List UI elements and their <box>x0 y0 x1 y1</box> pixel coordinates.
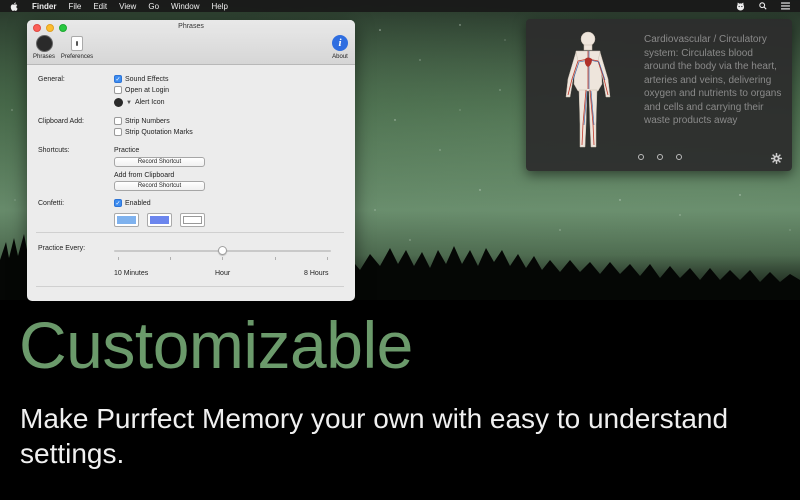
open-at-login-checkbox[interactable] <box>114 86 122 94</box>
toolbar-phrases-label: Phrases <box>32 54 55 60</box>
toolbar-preferences-button[interactable]: Preferences <box>59 34 95 60</box>
open-at-login-label: Open at Login <box>125 86 169 94</box>
record-add-shortcut-button[interactable]: Record Shortcut <box>114 181 205 191</box>
menu-window[interactable]: Window <box>171 2 199 11</box>
confetti-color-well-2[interactable] <box>147 213 172 227</box>
cat-status-icon[interactable] <box>736 1 745 11</box>
preferences-content: General: ✓ Sound Effects Open at Login ▼… <box>27 65 355 301</box>
sound-effects-label: Sound Effects <box>125 75 169 83</box>
window-title: Phrases <box>178 23 204 30</box>
page-dot[interactable] <box>657 154 663 160</box>
confetti-enabled-label: Enabled <box>125 199 151 207</box>
disclosure-triangle-icon[interactable]: ▼ <box>126 100 132 106</box>
clipboard-add-label: Clipboard Add: <box>38 118 84 125</box>
cat-alert-icon <box>114 98 123 107</box>
practice-shortcut-label: Practice <box>114 147 140 154</box>
menu-file[interactable]: File <box>68 2 81 11</box>
strip-numbers-label: Strip Numbers <box>125 117 170 125</box>
menu-help[interactable]: Help <box>211 2 227 11</box>
practice-slider-thumb[interactable] <box>218 246 227 255</box>
slider-mid-label: Hour <box>215 270 231 277</box>
strip-quotation-label: Strip Quotation Marks <box>125 128 193 136</box>
preferences-window: Phrases Phrases Preferences i About Gene… <box>27 20 355 301</box>
toolbar-about-label: About <box>332 54 348 60</box>
slider-tick <box>170 257 171 260</box>
menu-bar: Finder File Edit View Go Window Help <box>0 0 800 12</box>
toolbar-about-button[interactable]: i About <box>329 34 351 60</box>
alert-icon-row[interactable]: ▼ Alert Icon <box>114 98 165 107</box>
practice-every-label: Practice Every: <box>38 245 86 252</box>
search-icon[interactable] <box>759 2 767 10</box>
subheadline: Make Purrfect Memory your own with easy … <box>20 403 729 469</box>
strip-quotation-checkbox[interactable] <box>114 128 122 136</box>
general-label: General: <box>38 76 65 83</box>
window-titlebar: Phrases Phrases Preferences i About <box>27 20 355 65</box>
divider <box>36 286 344 287</box>
cat-icon <box>35 34 53 52</box>
switch-icon <box>71 35 83 51</box>
sound-effects-checkbox[interactable]: ✓ <box>114 75 122 83</box>
slider-tick <box>327 257 328 260</box>
slider-min-label: 10 Minutes <box>114 270 149 277</box>
slider-max-label: 8 Hours <box>304 270 329 277</box>
gear-icon[interactable] <box>771 153 782 164</box>
open-at-login-row: Open at Login <box>114 86 169 94</box>
strip-quotation-row: Strip Quotation Marks <box>114 128 193 136</box>
menu-edit[interactable]: Edit <box>93 2 107 11</box>
page-dot[interactable] <box>638 154 644 160</box>
sound-effects-row: ✓ Sound Effects <box>114 75 168 83</box>
info-icon: i <box>332 35 348 51</box>
add-from-clipboard-label: Add from Clipboard <box>114 172 175 179</box>
page-indicator <box>638 154 682 160</box>
strip-numbers-row: Strip Numbers <box>114 117 170 125</box>
confetti-color-well-1[interactable] <box>114 213 139 227</box>
menu-go[interactable]: Go <box>148 2 159 11</box>
phrase-card[interactable]: Cardiovascular / Circulatory system: Cir… <box>526 19 792 171</box>
headline: Customizable <box>19 308 413 382</box>
toolbar-phrases-button[interactable]: Phrases <box>31 34 57 60</box>
slider-tick <box>222 257 223 260</box>
shortcuts-label: Shortcuts: <box>38 147 70 154</box>
confetti-label: Confetti: <box>38 200 65 207</box>
slider-tick <box>118 257 119 260</box>
strip-numbers-checkbox[interactable] <box>114 117 122 125</box>
alert-icon-label: Alert Icon <box>134 99 165 106</box>
slider-tick <box>275 257 276 260</box>
divider <box>36 232 344 233</box>
record-practice-shortcut-button[interactable]: Record Shortcut <box>114 157 205 167</box>
page-dot[interactable] <box>676 154 682 160</box>
phrase-text: Cardiovascular / Circulatory system: Cir… <box>644 34 782 126</box>
menu-extras <box>736 1 790 11</box>
confetti-color-well-3[interactable] <box>180 213 205 227</box>
toolbar-preferences-label: Preferences <box>60 54 94 60</box>
confetti-enabled-row: ✓ Enabled <box>114 199 151 207</box>
menu-view[interactable]: View <box>119 2 136 11</box>
anatomy-figure-image <box>565 31 611 148</box>
menu-finder[interactable]: Finder <box>32 2 56 11</box>
confetti-enabled-checkbox[interactable]: ✓ <box>114 199 122 207</box>
list-icon[interactable] <box>781 2 790 10</box>
apple-menu-icon[interactable] <box>10 0 20 12</box>
